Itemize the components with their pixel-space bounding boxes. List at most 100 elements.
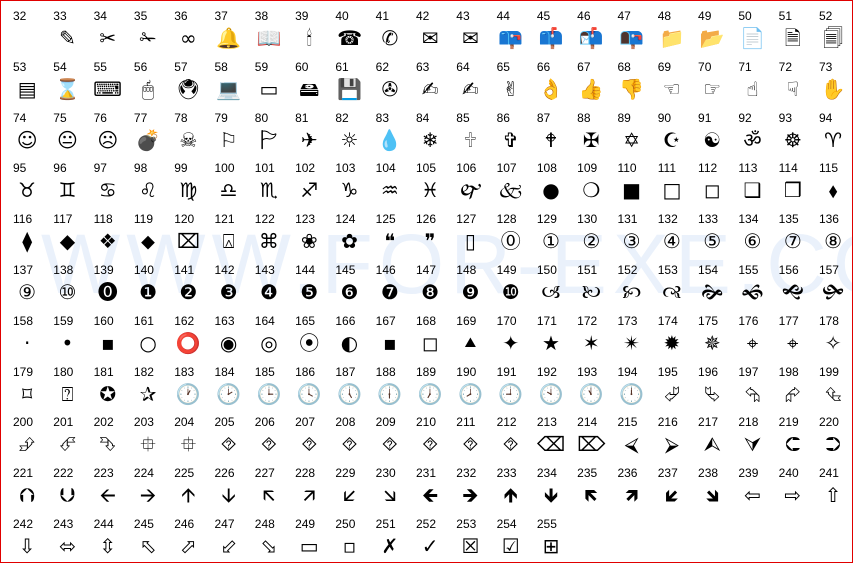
symbol-cell: 114 ❒ [773, 161, 813, 212]
symbol-code: 53 [13, 59, 27, 74]
symbol-glyph: ⯐ [180, 432, 196, 457]
symbol-cell: 66 👌 [531, 60, 571, 111]
symbol-code: 233 [496, 466, 517, 481]
symbol-code: 155 [738, 262, 759, 277]
symbol-code: 55 [93, 59, 107, 74]
symbol-cell: 147 ❽ [410, 263, 450, 314]
symbol-code: 54 [53, 59, 67, 74]
symbol-glyph: ▯ [464, 229, 476, 254]
symbol-glyph: ❍ [582, 178, 601, 203]
symbol-glyph: ⑦ [783, 229, 802, 254]
symbol-code: 66 [536, 59, 551, 74]
symbol-cell: 72 ☟ [773, 60, 813, 111]
symbol-code: 195 [657, 364, 678, 379]
symbol-code: 117 [53, 212, 73, 227]
symbol-code: 60 [295, 59, 309, 74]
symbol-code: 237 [657, 466, 678, 481]
symbol-cell: 246 ⬀ [168, 517, 208, 562]
symbol-code: 128 [496, 212, 517, 227]
symbol-glyph: ▭ [259, 76, 279, 101]
symbol-glyph: 🕛 [619, 381, 645, 406]
symbol-cell: 129 ① [531, 212, 571, 263]
symbol-code: 255 [536, 516, 557, 531]
symbol-glyph: ❖ [98, 229, 117, 254]
symbol-cell: 157 🙟 [813, 263, 852, 314]
symbol-code: 208 [335, 415, 356, 430]
symbol-glyph: 🡾 [705, 483, 720, 508]
symbol-cell: 70 ☞ [692, 60, 732, 111]
symbol-glyph: 🙜 [741, 279, 764, 304]
symbol-cell: 177 ⌖ [773, 314, 813, 365]
symbol-code: 148 [456, 262, 477, 277]
symbol-glyph: ⓪ [500, 229, 521, 254]
symbol-cell: 91 ☯ [692, 111, 732, 162]
symbol-cell: 190 🕗 [450, 365, 490, 416]
symbol-code: 32 [13, 9, 27, 23]
symbol-glyph: ⯑ [301, 432, 318, 457]
symbol-glyph: ② [582, 229, 601, 254]
symbol-glyph: ♉ [18, 178, 37, 203]
symbol-glyph: ✍ [462, 76, 479, 101]
symbol-cell: 134 ⑥ [732, 212, 772, 263]
symbol-code: 142 [214, 262, 235, 277]
symbol-code: 87 [536, 110, 551, 125]
symbol-cell: 211 ⯑ [450, 415, 490, 466]
symbol-glyph: ♒ [380, 178, 399, 203]
symbol-cell: 137 ⑨ [7, 263, 47, 314]
symbol-code: 88 [577, 110, 591, 125]
symbol-glyph: ♊ [58, 178, 77, 203]
symbol-glyph: ✂ [99, 26, 117, 50]
symbol-code: 81 [295, 110, 309, 125]
symbol-code: 42 [415, 9, 430, 23]
symbol-code: 92 [738, 110, 752, 125]
symbol-code: 250 [335, 516, 356, 531]
symbol-glyph: ⇦ [744, 483, 761, 508]
symbol-code: 205 [214, 415, 235, 430]
symbol-cell: 160 ▪ [88, 314, 128, 365]
symbol-code: 149 [496, 262, 517, 277]
symbol-code: 59 [254, 59, 269, 74]
symbol-glyph: ✉ [462, 26, 479, 50]
symbol-cell: 76 ☹ [88, 111, 128, 162]
symbol-cell: 127 ▯ [450, 212, 490, 263]
symbol-glyph: ❄ [421, 127, 439, 152]
symbol-cell: 251 ✗ [370, 517, 410, 562]
symbol-code: 181 [93, 364, 114, 379]
symbol-cell: 139 ⓿ [88, 263, 128, 314]
symbol-glyph: ☪ [662, 127, 681, 152]
symbol-glyph: ☎ [337, 26, 362, 50]
symbol-glyph: ❾ [461, 279, 480, 304]
symbol-glyph: ♈ [824, 127, 843, 152]
symbol-glyph: ⌘ [258, 229, 279, 254]
symbol-cell: 253 ☒ [450, 517, 490, 562]
symbol-code: 220 [818, 415, 839, 430]
symbol-glyph: 🙟 [822, 279, 845, 304]
symbol-cell: 110 ■ [611, 161, 651, 212]
symbol-cell: 52 🗐 [813, 9, 852, 60]
symbol-glyph: • [61, 330, 74, 355]
symbol-cell: 242 ⇩ [7, 517, 47, 562]
symbol-glyph: 💻 [216, 76, 242, 101]
symbol-cell: 53 ▤ [7, 60, 47, 111]
symbol-cell: 99 ♍ [168, 161, 208, 212]
symbol-glyph: ✇ [381, 76, 399, 101]
symbol-cell: 128 ⓪ [491, 212, 531, 263]
symbol-code: 229 [335, 466, 356, 481]
symbol-code: 111 [657, 161, 676, 176]
symbol-cell: 218 ⮛ [732, 415, 772, 466]
symbol-glyph: ⌖ [787, 330, 799, 355]
symbol-code: 119 [133, 212, 154, 227]
symbol-code: 153 [657, 262, 678, 277]
symbol-glyph: ☜ [662, 76, 681, 101]
symbol-glyph: ▪ [100, 330, 115, 355]
symbol-cell: 132 ④ [652, 212, 692, 263]
symbol-glyph: 🏱 [260, 127, 278, 152]
symbol-glyph: ⮊ [825, 432, 841, 457]
symbol-glyph: 🡺 [462, 483, 479, 508]
symbol-code: 198 [778, 364, 799, 379]
symbol-glyph: ✰ [139, 381, 157, 406]
symbol-glyph: 🙡 [621, 279, 642, 304]
symbol-cell: 196 ⮱ [692, 365, 732, 416]
symbol-glyph: ⇩ [18, 533, 36, 558]
symbol-cell: 116 ⧫ [7, 212, 47, 263]
